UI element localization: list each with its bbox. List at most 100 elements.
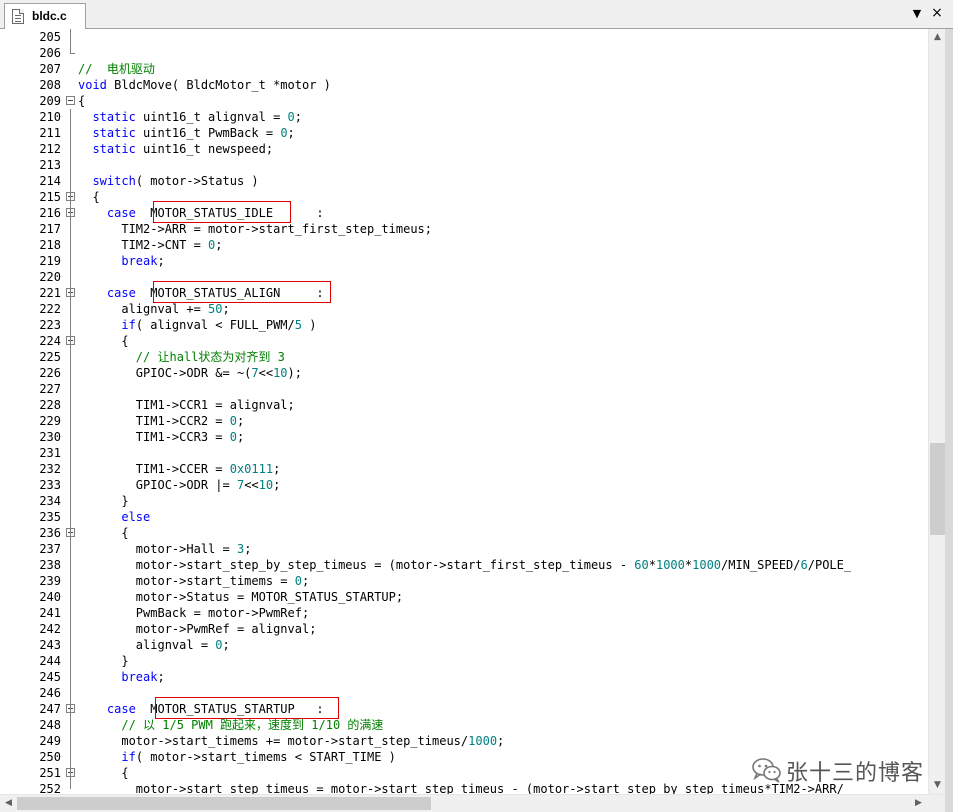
scroll-up-arrow-icon[interactable]: ▲ xyxy=(929,29,946,46)
number-token: 1000 xyxy=(692,558,722,572)
code-text: motor->Hall = 3; xyxy=(78,541,252,557)
line-number: 249 xyxy=(39,734,61,748)
horizontal-scrollbar[interactable]: ◀ ▶ xyxy=(0,794,945,812)
code-text: if( motor->start_timems < START_TIME ) xyxy=(78,749,396,765)
code-line[interactable]: 216 case MOTOR_STATUS_IDLE : xyxy=(0,205,928,221)
code-line[interactable]: 228 TIM1->CCR1 = alignval; xyxy=(0,397,928,413)
code-text: break; xyxy=(78,669,164,685)
scroll-right-arrow-icon[interactable]: ▶ xyxy=(910,795,927,812)
code-line[interactable]: 217 TIM2->ARR = motor->start_first_step_… xyxy=(0,221,928,237)
horizontal-scroll-thumb[interactable] xyxy=(17,797,431,810)
code-line[interactable]: 222 alignval += 50; xyxy=(0,301,928,317)
code-line[interactable]: 215 { xyxy=(0,189,928,205)
code-text: { xyxy=(78,333,128,349)
number-token: 0x0111 xyxy=(229,462,274,476)
code-line[interactable]: 229 TIM1->CCR2 = 0; xyxy=(0,413,928,429)
code-editor[interactable]: 205 206 207 // 电机驱动 208 void BldcMove( BldcMo… xyxy=(0,29,928,794)
code-line[interactable]: 207 // 电机驱动 xyxy=(0,61,928,77)
code-line[interactable]: 221 case MOTOR_STATUS_ALIGN : xyxy=(0,285,928,301)
code-line[interactable]: 206 xyxy=(0,45,928,61)
close-icon[interactable]: × xyxy=(930,6,944,20)
code-line[interactable]: 232 TIM1->CCER = 0x0111; xyxy=(0,461,928,477)
number-token: 0 xyxy=(280,126,288,140)
code-line[interactable]: 213 xyxy=(0,157,928,173)
code-line[interactable]: 233 GPIOC->ODR |= 7<<10; xyxy=(0,477,928,493)
code-line[interactable]: 211 static uint16_t PwmBack = 0; xyxy=(0,125,928,141)
code-text: { xyxy=(78,765,128,781)
line-number: 212 xyxy=(39,142,61,156)
code-line[interactable]: 241 PwmBack = motor->PwmRef; xyxy=(0,605,928,621)
line-number: 220 xyxy=(39,270,61,284)
code-line[interactable]: 247 case MOTOR_STATUS_STARTUP : xyxy=(0,701,928,717)
keyword-token: switch xyxy=(92,174,136,188)
code-text: // 电机驱动 xyxy=(78,61,155,77)
line-number: 243 xyxy=(39,638,61,652)
code-line[interactable]: 205 xyxy=(0,29,928,45)
code-line[interactable]: 230 TIM1->CCR3 = 0; xyxy=(0,429,928,445)
vertical-scroll-thumb[interactable] xyxy=(930,443,945,535)
number-token: 0 xyxy=(287,110,295,124)
code-line[interactable]: 239 motor->start_timems = 0; xyxy=(0,573,928,589)
number-token: 6 xyxy=(800,558,808,572)
code-token: motor->Status = MOTOR_STATUS_STARTUP; xyxy=(78,590,404,604)
code-line[interactable]: 214 switch( motor->Status ) xyxy=(0,173,928,189)
file-tab[interactable]: bldc.c xyxy=(4,3,86,29)
code-text: // 让hall状态为对齐到 3 xyxy=(78,349,285,365)
code-line[interactable]: 218 TIM2->CNT = 0; xyxy=(0,237,928,253)
chevron-down-icon[interactable]: ▼ xyxy=(910,7,924,21)
line-number: 210 xyxy=(39,110,61,124)
code-line[interactable]: 243 alignval = 0; xyxy=(0,637,928,653)
code-line[interactable]: 226 GPIOC->ODR &= ~(7<<10); xyxy=(0,365,928,381)
code-token: TIM2->CNT = xyxy=(78,238,209,252)
code-line[interactable]: 240 motor->Status = MOTOR_STATUS_STARTUP… xyxy=(0,589,928,605)
fold-guide xyxy=(70,29,71,53)
code-token: TIM1->CCER = xyxy=(78,462,230,476)
code-line[interactable]: 224 { xyxy=(0,333,928,349)
vertical-scrollbar[interactable]: ▲ ▼ xyxy=(928,29,945,794)
code-line[interactable]: 210 static uint16_t alignval = 0; xyxy=(0,109,928,125)
tab-bar: bldc.c ▼ × xyxy=(0,0,953,29)
code-line[interactable]: 242 motor->PwmRef = alignval; xyxy=(0,621,928,637)
code-line[interactable]: 246 xyxy=(0,685,928,701)
code-text: { xyxy=(78,93,85,109)
code-line[interactable]: 227 xyxy=(0,381,928,397)
code-line[interactable]: 231 xyxy=(0,445,928,461)
code-line[interactable]: 234 } xyxy=(0,493,928,509)
code-text: GPIOC->ODR &= ~(7<<10); xyxy=(78,365,302,381)
line-number: 219 xyxy=(39,254,61,268)
code-line[interactable]: 235 else xyxy=(0,509,928,525)
number-token: 1000 xyxy=(468,734,498,748)
fold-guide-end xyxy=(70,53,75,54)
code-line[interactable]: 208 void BldcMove( BldcMotor_t *motor ) xyxy=(0,77,928,93)
code-line[interactable]: 236 { xyxy=(0,525,928,541)
code-line[interactable]: 245 break; xyxy=(0,669,928,685)
code-token: { xyxy=(78,94,86,108)
code-line[interactable]: 209 { xyxy=(0,93,928,109)
code-token: BldcMove( BldcMotor_t *motor ) xyxy=(106,78,331,92)
code-token: /MIN_SPEED/ xyxy=(721,558,801,572)
highlight-box-motor-status-idle xyxy=(153,201,291,223)
line-number: 216 xyxy=(39,206,61,220)
fold-toggle-icon[interactable] xyxy=(66,96,75,105)
code-line[interactable]: 237 motor->Hall = 3; xyxy=(0,541,928,557)
line-number: 208 xyxy=(39,78,61,92)
code-token: ; xyxy=(222,638,230,652)
scroll-left-arrow-icon[interactable]: ◀ xyxy=(0,795,17,812)
code-line[interactable]: 249 motor->start_timems += motor->start_… xyxy=(0,733,928,749)
line-number: 240 xyxy=(39,590,61,604)
code-line[interactable]: 244 } xyxy=(0,653,928,669)
code-line[interactable]: 212 static uint16_t newspeed; xyxy=(0,141,928,157)
scroll-down-arrow-icon[interactable]: ▼ xyxy=(929,777,946,794)
code-line[interactable]: 219 break; xyxy=(0,253,928,269)
code-line[interactable]: 238 motor->start_step_by_step_timeus = (… xyxy=(0,557,928,573)
code-text: TIM1->CCR1 = alignval; xyxy=(78,397,295,413)
code-line[interactable]: 225 // 让hall状态为对齐到 3 xyxy=(0,349,928,365)
code-line[interactable]: 220 xyxy=(0,269,928,285)
code-line[interactable]: 223 if( alignval < FULL_PWM/5 ) xyxy=(0,317,928,333)
line-number: 235 xyxy=(39,510,61,524)
code-line[interactable]: 248 // 以 1/5 PWM 跑起来，速度到 1/10 的满速 xyxy=(0,717,928,733)
